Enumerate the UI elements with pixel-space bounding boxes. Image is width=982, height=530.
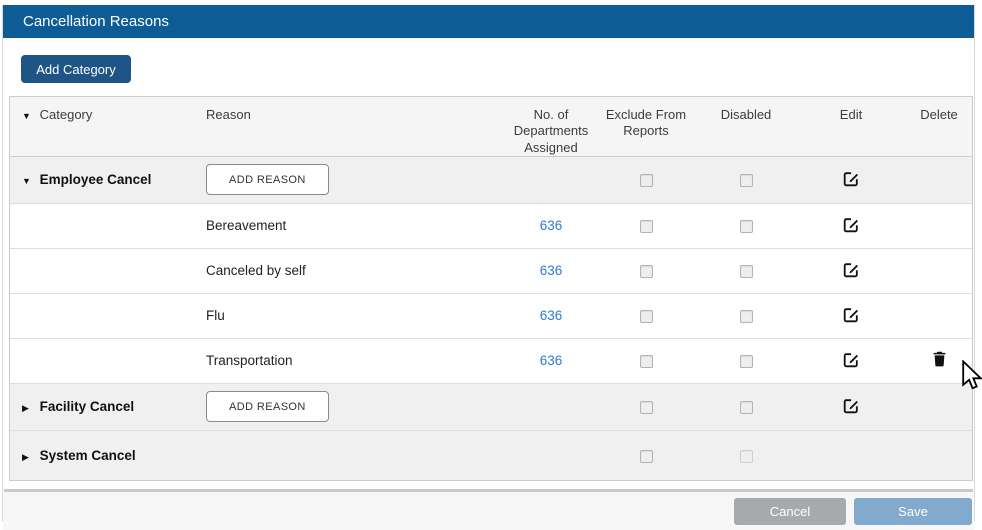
cancellation-reasons-table: ▼ Category Reason No. of Departments Ass… — [9, 96, 982, 481]
disabled-checkbox[interactable] — [739, 174, 753, 188]
spacer — [3, 480, 974, 489]
category-label: Facility Cancel — [39, 399, 135, 415]
panel-titlebar: Cancellation Reasons — [3, 5, 974, 38]
edit-icon[interactable] — [843, 170, 860, 187]
add-category-button[interactable]: Add Category — [21, 55, 131, 83]
edit-icon[interactable] — [843, 397, 860, 414]
category-cell[interactable]: ▶ Facility Cancel — [10, 399, 206, 414]
reason-label: Bereavement — [206, 218, 287, 234]
column-header-edit: Edit — [839, 107, 863, 122]
departments-count-link[interactable]: 636 — [540, 353, 563, 368]
column-header-exclude-from-reports: Exclude From Reports — [605, 107, 687, 139]
column-header-delete: Delete — [920, 107, 958, 122]
table-row-category-system-cancel: ▶ System Cancel — [10, 430, 972, 480]
table-row-category-facility-cancel: ▶ Facility Cancel ADD REASON — [10, 383, 972, 431]
category-cell[interactable]: ▶ System Cancel — [10, 448, 206, 463]
disabled-checkbox[interactable] — [739, 401, 753, 415]
reason-label: Flu — [206, 308, 225, 324]
table-row-category-employee-cancel: ▼ Employee Cancel ADD REASON — [10, 156, 972, 204]
exclude-from-reports-checkbox[interactable] — [639, 401, 653, 415]
delete-cell — [906, 350, 982, 390]
cancel-button[interactable]: Cancel — [734, 497, 846, 525]
departments-count-link[interactable]: 636 — [540, 308, 563, 323]
edit-icon[interactable] — [843, 261, 860, 278]
column-header-category[interactable]: ▼ Category — [10, 107, 206, 122]
reason-label: Canceled by self — [206, 263, 306, 279]
disabled-checkbox[interactable] — [739, 220, 753, 234]
footer-bar: Cancel Save — [3, 491, 974, 530]
table-row-reason-canceled-by-self: Canceled by self 636 — [10, 248, 972, 294]
category-cell[interactable]: ▼ Employee Cancel — [10, 172, 206, 187]
add-reason-button[interactable]: ADD REASON — [206, 391, 329, 423]
exclude-from-reports-checkbox[interactable] — [639, 265, 653, 279]
exclude-from-reports-checkbox[interactable] — [639, 355, 653, 369]
delete-trash-icon[interactable] — [932, 350, 947, 368]
page: Cancellation Reasons Add Category ▼ Cate… — [0, 0, 982, 530]
disabled-checkbox[interactable] — [739, 310, 753, 324]
column-header-disabled: Disabled — [720, 107, 772, 122]
table-row-reason-flu: Flu 636 — [10, 293, 972, 339]
departments-count-link[interactable]: 636 — [540, 218, 563, 233]
exclude-from-reports-checkbox[interactable] — [639, 220, 653, 234]
page-title: Cancellation Reasons — [23, 13, 169, 30]
caret-right-icon[interactable]: ▶ — [22, 403, 36, 414]
cancellation-reasons-panel: Cancellation Reasons Add Category ▼ Cate… — [2, 5, 982, 530]
edit-icon[interactable] — [843, 351, 860, 368]
disabled-checkbox[interactable] — [739, 265, 753, 279]
add-reason-button[interactable]: ADD REASON — [206, 164, 329, 196]
exclude-from-reports-checkbox[interactable] — [639, 310, 653, 324]
caret-right-icon[interactable]: ▶ — [22, 452, 36, 463]
save-button[interactable]: Save — [854, 497, 972, 525]
table-row-reason-bereavement: Bereavement 636 — [10, 203, 972, 249]
reason-label: Transportation — [206, 353, 293, 369]
edit-icon[interactable] — [843, 306, 860, 323]
caret-down-icon[interactable]: ▼ — [22, 176, 36, 186]
toolbar: Add Category — [3, 38, 974, 93]
disabled-checkbox[interactable] — [739, 449, 753, 463]
edit-icon[interactable] — [843, 216, 860, 233]
exclude-from-reports-checkbox[interactable] — [639, 449, 653, 463]
table-row-reason-transportation: Transportation 636 — [10, 338, 982, 390]
disabled-checkbox[interactable] — [739, 355, 753, 369]
category-label: System Cancel — [39, 447, 136, 463]
column-header-reason: Reason — [206, 107, 251, 122]
departments-count-link[interactable]: 636 — [540, 263, 563, 278]
category-label: Employee Cancel — [39, 172, 152, 188]
exclude-from-reports-checkbox[interactable] — [639, 174, 653, 188]
caret-down-icon: ▼ — [22, 111, 31, 121]
table-header-row: ▼ Category Reason No. of Departments Ass… — [10, 97, 972, 157]
column-header-departments: No. of Departments Assigned — [513, 107, 589, 155]
